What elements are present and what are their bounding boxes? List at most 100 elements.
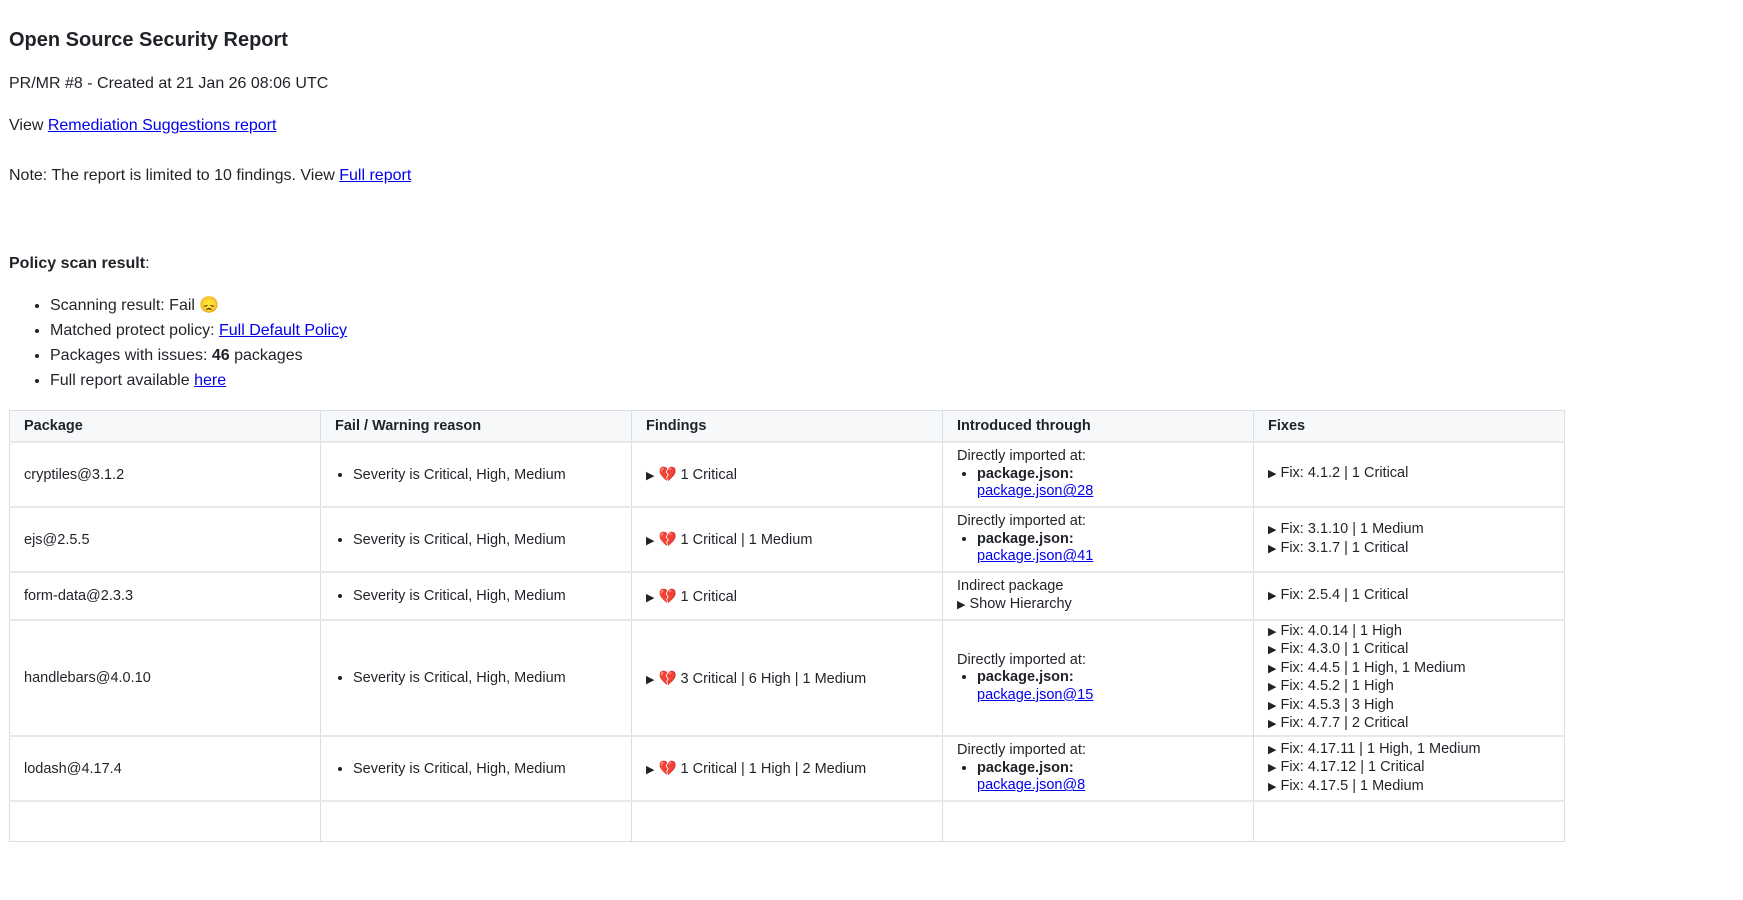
table-row: cryptiles@3.1.2 Severity is Critical, Hi… bbox=[9, 441, 1565, 508]
fix-label: Fix: 4.1.2 | 1 Critical bbox=[1280, 465, 1409, 482]
findings-summary: 1 Critical bbox=[680, 588, 737, 605]
fix-label: Fix: 4.4.5 | 1 High, 1 Medium bbox=[1280, 659, 1466, 676]
reason-item: Severity is Critical, High, Medium bbox=[353, 761, 617, 777]
note-text: Note: The report is limited to 10 findin… bbox=[9, 167, 335, 184]
fix-toggle[interactable]: ▶ Fix: 4.7.7 | 2 Critical bbox=[1268, 715, 1550, 734]
indirect-label: Indirect package bbox=[957, 578, 1064, 594]
triangle-right-icon: ▶ bbox=[1268, 468, 1277, 481]
fix-label: Fix: 4.17.12 | 1 Critical bbox=[1280, 759, 1425, 776]
fix-label: Fix: 3.1.10 | 1 Medium bbox=[1280, 521, 1424, 537]
reason-cell: Severity is Critical, High, Medium bbox=[320, 735, 632, 802]
introduced-cell: Indirect package ▶ Show Hierarchy bbox=[942, 571, 1254, 621]
direct-label: Directly imported at: bbox=[957, 513, 1086, 530]
fix-toggle[interactable]: ▶ Fix: 3.1.10 | 1 Medium bbox=[1268, 521, 1550, 540]
fix-toggle[interactable]: ▶ Fix: 4.17.12 | 1 Critical bbox=[1268, 759, 1550, 778]
findings-toggle[interactable]: ▶ 💔 3 Critical | 6 High | 1 Medium bbox=[646, 671, 866, 687]
triangle-right-icon: ▶ bbox=[646, 673, 655, 686]
fix-toggle[interactable]: ▶ Fix: 4.17.5 | 1 Medium bbox=[1268, 778, 1550, 797]
fix-label: Fix: 2.5.4 | 1 Critical bbox=[1280, 586, 1409, 603]
findings-cell bbox=[631, 800, 943, 842]
table-row: lodash@4.17.4 Severity is Critical, High… bbox=[9, 735, 1565, 802]
reason-item: Severity is Critical, High, Medium bbox=[353, 532, 617, 548]
manifest-link[interactable]: package.json@28 bbox=[977, 483, 1093, 499]
triangle-right-icon: ▶ bbox=[1268, 644, 1277, 656]
introduced-cell: Directly imported at:package.json:packag… bbox=[942, 441, 1254, 508]
findings-table: Package Fail / Warning reason Findings I… bbox=[9, 410, 1565, 842]
report-subtitle: PR/MR #8 - Created at 21 Jan 26 08:06 UT… bbox=[9, 75, 329, 92]
policy-list: Scanning result: Fail 😞 Matched protect … bbox=[9, 293, 347, 393]
package-cell bbox=[9, 800, 321, 842]
package-cell: lodash@4.17.4 bbox=[9, 735, 321, 802]
findings-toggle[interactable]: ▶ 💔 1 Critical bbox=[646, 467, 737, 483]
remediation-line: View Remediation Suggestions report bbox=[9, 117, 276, 135]
manifest-link[interactable]: package.json@15 bbox=[977, 687, 1093, 703]
header-reason: Fail / Warning reason bbox=[320, 410, 632, 443]
fix-label: Fix: 4.7.7 | 2 Critical bbox=[1280, 715, 1409, 731]
triangle-right-icon: ▶ bbox=[646, 535, 655, 547]
introduced-cell: Directly imported at:package.json:packag… bbox=[942, 735, 1254, 802]
direct-label: Directly imported at: bbox=[957, 651, 1086, 668]
fixes-cell bbox=[1253, 800, 1565, 842]
fix-toggle[interactable]: ▶ Fix: 4.5.3 | 3 High bbox=[1268, 697, 1550, 716]
triangle-right-icon: ▶ bbox=[646, 591, 655, 604]
fix-toggle[interactable]: ▶ Fix: 2.5.4 | 1 Critical bbox=[1268, 587, 1550, 606]
table-row: form-data@2.3.3 Severity is Critical, Hi… bbox=[9, 571, 1565, 621]
broken-heart-icon: 💔 bbox=[658, 467, 677, 483]
fix-toggle[interactable]: ▶ Fix: 4.3.0 | 1 Critical bbox=[1268, 641, 1550, 660]
matched-policy-label: Matched protect policy: bbox=[50, 322, 215, 339]
reason-item: Severity is Critical, High, Medium bbox=[353, 467, 617, 483]
findings-summary: 1 Critical bbox=[680, 467, 737, 483]
broken-heart-icon: 💔 bbox=[658, 532, 677, 548]
fixes-cell: ▶ Fix: 4.0.14 | 1 High ▶ Fix: 4.3.0 | 1 Cri… bbox=[1253, 619, 1565, 737]
reason-cell: Severity is Critical, High, Medium bbox=[320, 571, 632, 621]
findings-toggle[interactable]: ▶ 💔 1 Critical | 1 Medium bbox=[646, 532, 812, 548]
packages-label: Packages with issues: bbox=[50, 347, 208, 364]
triangle-right-icon: ▶ bbox=[1268, 780, 1277, 793]
show-hierarchy-toggle[interactable]: ▶ Show Hierarchy bbox=[957, 596, 1239, 615]
full-report-here-link[interactable]: here bbox=[194, 372, 226, 389]
package-cell: ejs@2.5.5 bbox=[9, 506, 321, 573]
full-report-link[interactable]: Full report bbox=[339, 167, 411, 184]
manifest-item: package.json:package.json@41 bbox=[977, 531, 1239, 566]
packages-count: 46 bbox=[211, 347, 230, 364]
fix-toggle[interactable]: ▶ Fix: 4.5.2 | 1 High bbox=[1268, 678, 1550, 697]
findings-cell: ▶ 💔 1 Critical bbox=[631, 441, 943, 508]
fix-toggle[interactable]: ▶ Fix: 4.1.2 | 1 Critical bbox=[1268, 465, 1550, 484]
manifest-label: package.json: bbox=[977, 465, 1074, 482]
manifest-item: package.json:package.json@8 bbox=[977, 760, 1239, 795]
manifest-link[interactable]: package.json@8 bbox=[977, 777, 1085, 793]
manifest-item: package.json:package.json@15 bbox=[977, 669, 1239, 704]
page-title: Open Source Security Report bbox=[9, 29, 288, 51]
findings-toggle[interactable]: ▶ 💔 1 Critical bbox=[646, 589, 737, 605]
triangle-right-icon: ▶ bbox=[1268, 662, 1277, 675]
scanning-result: Scanning result: Fail 😞 bbox=[50, 293, 347, 318]
fix-label: Fix: 4.3.0 | 1 Critical bbox=[1280, 641, 1409, 657]
fix-toggle[interactable]: ▶ Fix: 3.1.7 | 1 Critical bbox=[1268, 540, 1550, 559]
remediation-link[interactable]: Remediation Suggestions report bbox=[48, 117, 277, 134]
fix-label: Fix: 4.5.3 | 3 High bbox=[1280, 696, 1394, 713]
full-report-available: Full report available here bbox=[50, 368, 347, 393]
table-row bbox=[9, 800, 1565, 842]
findings-toggle[interactable]: ▶ 💔 1 Critical | 1 High | 2 Medium bbox=[646, 761, 866, 777]
fix-label: Fix: 4.17.5 | 1 Medium bbox=[1280, 777, 1424, 794]
disappointed-face-icon: 😞 bbox=[199, 297, 220, 314]
fix-toggle[interactable]: ▶ Fix: 4.17.11 | 1 High, 1 Medium bbox=[1268, 741, 1550, 760]
fix-label: Fix: 4.17.11 | 1 High, 1 Medium bbox=[1280, 740, 1481, 757]
manifest-label: package.json: bbox=[977, 530, 1074, 547]
fixes-cell: ▶ Fix: 4.17.11 | 1 High, 1 Medium ▶ Fix: 4.… bbox=[1253, 735, 1565, 802]
matched-policy: Matched protect policy: Full Default Pol… bbox=[50, 318, 347, 343]
fix-label: Fix: 4.0.14 | 1 High bbox=[1280, 622, 1402, 639]
fix-toggle[interactable]: ▶ Fix: 4.0.14 | 1 High bbox=[1268, 623, 1550, 642]
findings-cell: ▶ 💔 3 Critical | 6 High | 1 Medium bbox=[631, 619, 943, 737]
header-findings: Findings bbox=[631, 410, 943, 443]
findings-summary: 1 Critical | 1 High | 2 Medium bbox=[680, 761, 867, 777]
triangle-right-icon: ▶ bbox=[1268, 718, 1277, 730]
policy-link[interactable]: Full Default Policy bbox=[219, 322, 347, 339]
fix-toggle[interactable]: ▶ Fix: 4.4.5 | 1 High, 1 Medium bbox=[1268, 660, 1550, 679]
package-cell: cryptiles@3.1.2 bbox=[9, 441, 321, 508]
fixes-cell: ▶ Fix: 3.1.10 | 1 Medium ▶ Fix: 3.1.7 | 1 C… bbox=[1253, 506, 1565, 573]
triangle-right-icon: ▶ bbox=[1268, 681, 1277, 693]
manifest-link[interactable]: package.json@41 bbox=[977, 548, 1093, 564]
table-row: ejs@2.5.5 Severity is Critical, High, Me… bbox=[9, 506, 1565, 573]
introduced-cell: Directly imported at:package.json:packag… bbox=[942, 506, 1254, 573]
